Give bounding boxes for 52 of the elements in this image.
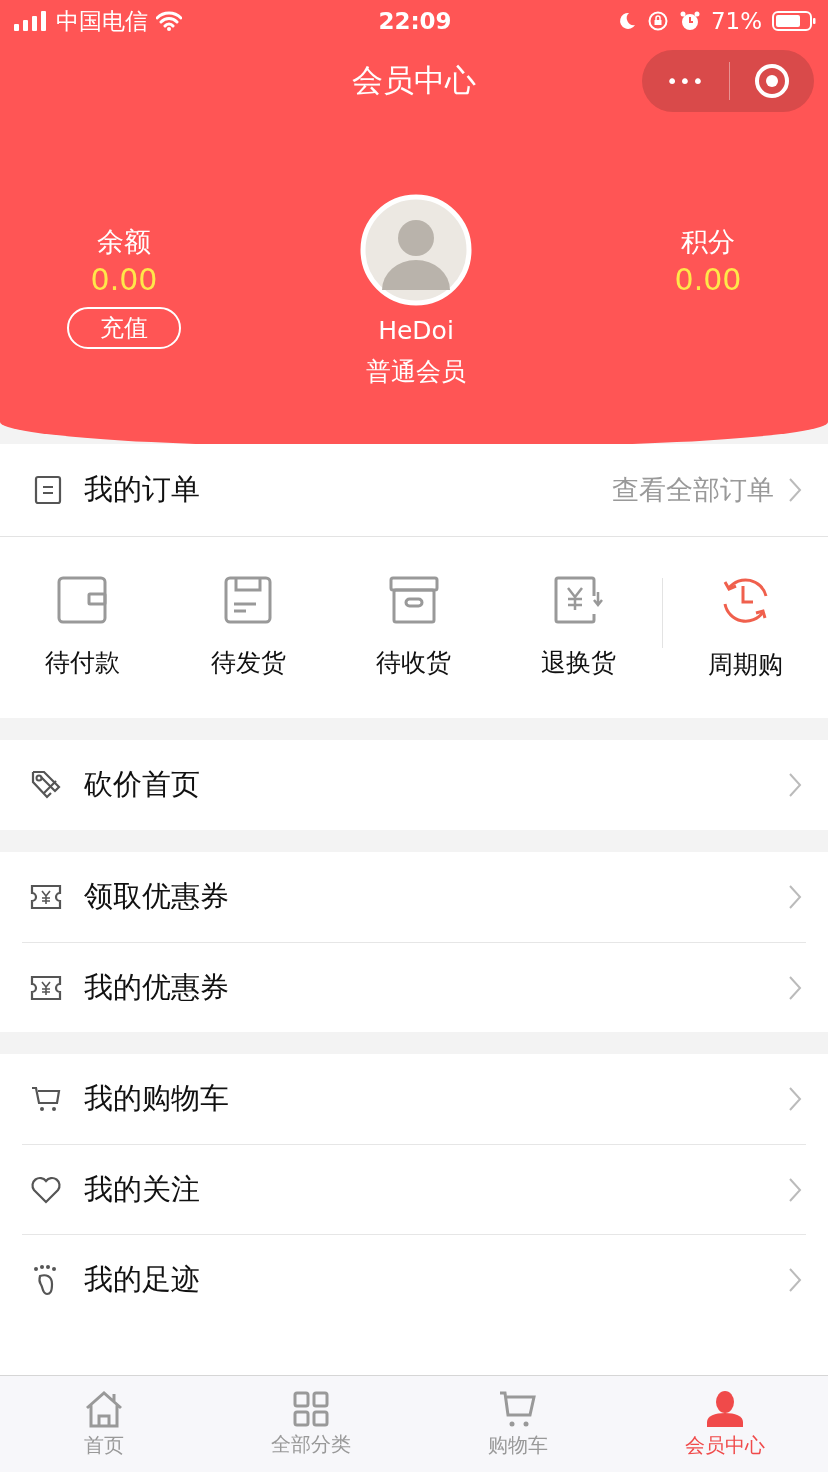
close-target-icon[interactable] <box>754 63 790 99</box>
chevron-right-icon <box>788 1176 802 1203</box>
chevron-right-icon <box>788 1266 802 1293</box>
chevron-right-icon <box>788 772 802 798</box>
menu-item[interactable]: 领取优惠券 <box>0 852 828 942</box>
home-icon <box>83 1389 124 1428</box>
cart-icon <box>30 1085 62 1113</box>
rotation-lock-icon <box>646 10 669 32</box>
order-status-item[interactable]: 待付款 <box>0 576 166 679</box>
order-status-item[interactable]: 待发货 <box>165 576 331 679</box>
coupon-icon <box>30 974 62 1001</box>
orders-title: 我的订单 <box>84 471 201 508</box>
battery-percent: 71% <box>710 8 762 34</box>
avatar[interactable] <box>360 194 472 306</box>
user-icon <box>705 1389 744 1428</box>
wifi-icon <box>156 11 182 31</box>
clock-time: 22:09 <box>378 8 452 34</box>
menu-item[interactable]: 我的足迹 <box>22 1234 806 1324</box>
menu-item[interactable]: 我的购物车 <box>0 1054 828 1144</box>
heart-icon <box>30 1175 62 1204</box>
discount-tag-icon <box>30 769 62 801</box>
member-level: 普通会员 <box>366 356 466 388</box>
points-label: 积分 <box>681 225 735 259</box>
storage-box-icon <box>388 576 439 624</box>
alarm-icon <box>678 10 701 32</box>
battery-icon <box>772 10 816 32</box>
chevron-right-icon <box>788 974 802 1001</box>
grid-icon <box>292 1390 329 1427</box>
balance-value: 0.00 <box>90 262 158 297</box>
wallet-icon <box>56 576 109 624</box>
menu-item[interactable]: 我的优惠券 <box>22 942 806 1032</box>
more-button[interactable]: ••• <box>642 69 729 93</box>
signal-icon <box>14 11 48 31</box>
document-icon <box>32 475 64 505</box>
cart-icon <box>498 1389 537 1428</box>
chevron-right-icon <box>788 1086 802 1112</box>
yen-document-icon <box>553 576 604 624</box>
orders-row[interactable]: 我的订单 查看全部订单 <box>0 444 828 537</box>
coupon-icon <box>30 884 62 910</box>
chevron-right-icon <box>788 477 802 503</box>
carrier-name: 中国电信 <box>56 6 148 36</box>
balance-label: 余额 <box>97 225 151 259</box>
chevron-right-icon <box>788 884 802 910</box>
order-status-item[interactable]: 待收货 <box>330 576 497 679</box>
points-value: 0.00 <box>674 262 742 297</box>
user-name: HeDoi <box>378 316 454 345</box>
page-title: 会员中心 <box>352 61 476 100</box>
order-status-item[interactable]: 退换货 <box>496 576 662 679</box>
package-icon <box>224 576 273 624</box>
order-status-item[interactable]: 周期购 <box>662 574 828 681</box>
menu-item[interactable]: 砍价首页 <box>0 740 828 830</box>
menu-item[interactable]: 我的关注 <box>22 1144 806 1234</box>
